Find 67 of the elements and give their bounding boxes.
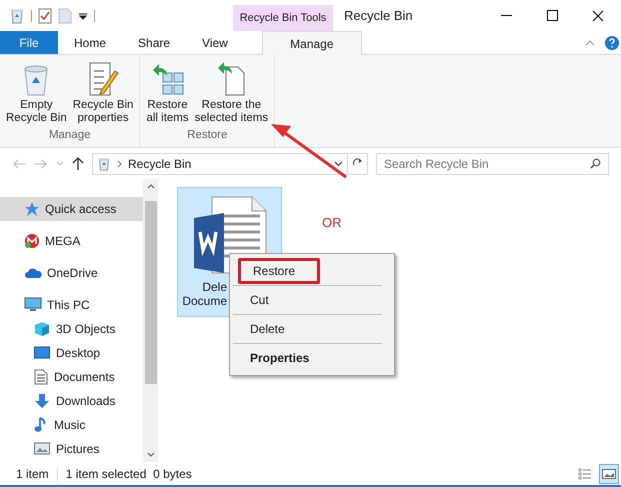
nav-item[interactable]: Documents: [0, 365, 143, 389]
menu-item[interactable]: Restore: [238, 258, 320, 284]
recycle-bin-icon: [97, 156, 111, 170]
ribbon-tab[interactable]: Manage: [262, 31, 362, 55]
chevron-down-icon[interactable]: [334, 160, 343, 166]
ribbon-tab[interactable]: Home: [62, 31, 118, 54]
group-label: Restore: [187, 128, 228, 143]
image-icon: [602, 468, 616, 480]
nav-item[interactable]: This PC: [0, 293, 143, 317]
close-icon: [592, 10, 604, 22]
path-segment[interactable]: Recycle Bin: [128, 154, 192, 172]
nav-item[interactable]: Quick access: [0, 197, 143, 221]
scroll-down-icon[interactable]: [146, 452, 154, 457]
dropdown-icon[interactable]: [78, 10, 88, 20]
menu-item[interactable]: Delete: [238, 316, 297, 342]
file-name: Dele: [202, 280, 227, 294]
checklist-pencil-icon: [87, 61, 120, 97]
contextual-tab-header: Recycle Bin Tools: [233, 5, 333, 31]
refresh-button[interactable]: [348, 152, 368, 174]
selection-status: 1 item selected 0 bytes: [66, 466, 192, 482]
annotation-text: OR: [322, 214, 342, 232]
ribbon-button[interactable]: Recycle Bin properties: [70, 61, 136, 127]
music-note-icon: [34, 417, 48, 433]
computer-icon: [24, 297, 42, 313]
star-icon: [24, 201, 40, 217]
nav-item[interactable]: Music: [0, 413, 143, 437]
collapse-ribbon-icon[interactable]: [585, 40, 595, 46]
restore-all-icon: [150, 63, 185, 97]
cube-icon: [34, 321, 50, 337]
ribbon-button[interactable]: Restore the selected items: [192, 61, 270, 127]
scroll-up-icon[interactable]: [146, 184, 154, 189]
up-arrow-icon[interactable]: [72, 156, 84, 170]
nav-item[interactable]: Pictures: [0, 437, 143, 461]
address-bar[interactable]: Recycle Bin: [92, 152, 348, 174]
download-arrow-icon: [34, 393, 50, 409]
details-list-icon: [578, 468, 592, 480]
file-name: Docume: [182, 294, 227, 308]
minimize-icon: [500, 14, 512, 16]
large-icons-view-button[interactable]: [599, 464, 619, 484]
nav-item[interactable]: Downloads: [0, 389, 143, 413]
recycle-bin-icon: [9, 8, 25, 24]
nav-item[interactable]: MEGA: [0, 229, 143, 253]
desktop-icon: [34, 346, 50, 360]
cloud-icon: [24, 267, 42, 279]
ribbon-tab[interactable]: Share: [126, 31, 182, 54]
group-label: Manage: [48, 128, 90, 143]
properties-icon[interactable]: [38, 8, 52, 24]
document-icon: [34, 369, 48, 385]
menu-item[interactable]: Properties: [238, 345, 322, 371]
image-icon: [34, 442, 50, 456]
item-count: 1 item: [16, 466, 49, 482]
ribbon-button[interactable]: Empty Recycle Bin: [4, 61, 69, 127]
window-title: Recycle Bin: [344, 6, 413, 25]
scrollbar[interactable]: [143, 179, 158, 462]
nav-item[interactable]: 3D Objects: [0, 317, 143, 341]
menu-item[interactable]: Cut: [238, 287, 281, 313]
ribbon-button[interactable]: Restore all items: [144, 61, 191, 127]
help-icon[interactable]: [605, 36, 619, 50]
search-field[interactable]: Search Recycle Bin: [376, 152, 609, 174]
chevron-right-icon: [117, 160, 122, 168]
search-icon: [590, 158, 601, 168]
restore-file-icon: [216, 61, 246, 97]
nav-item[interactable]: OneDrive: [0, 261, 143, 285]
maximize-icon: [546, 10, 558, 21]
file-tab[interactable]: File: [0, 31, 58, 54]
nav-item[interactable]: Desktop: [0, 341, 143, 365]
ribbon-tab[interactable]: View: [190, 31, 240, 54]
